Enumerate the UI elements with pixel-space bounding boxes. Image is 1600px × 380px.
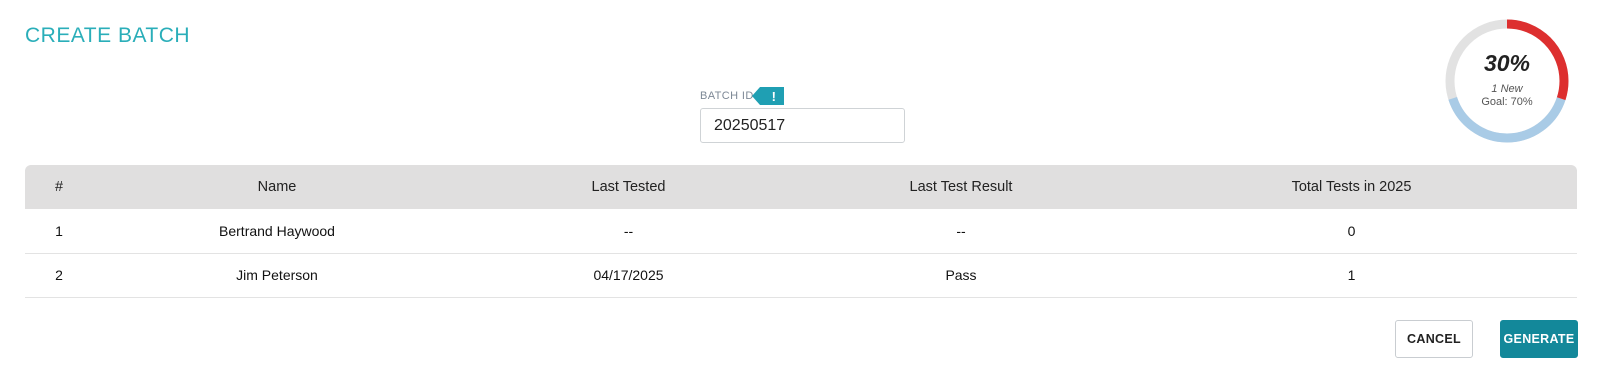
generate-button[interactable]: GENERATE (1500, 320, 1578, 358)
cell-last-test-result: Pass (796, 253, 1126, 298)
alert-tag-icon[interactable]: ! (751, 87, 784, 105)
batch-id-label: BATCH ID (700, 90, 754, 102)
cell-last-test-result: -- (796, 209, 1126, 254)
cell-name: Bertrand Haywood (93, 209, 461, 254)
cell-name: Jim Peterson (93, 253, 461, 298)
page-title: CREATE BATCH (25, 24, 191, 47)
gauge-goal: Goal: 70% (1481, 96, 1533, 108)
batch-id-field-group: BATCH ID ! (700, 86, 905, 143)
column-header-last-tested[interactable]: Last Tested (461, 165, 796, 209)
batch-id-label-row: BATCH ID ! (700, 86, 905, 106)
batch-id-input[interactable] (700, 108, 905, 143)
batch-table: # Name Last Tested Last Test Result Tota… (25, 165, 1577, 298)
cell-number: 2 (25, 253, 93, 298)
table-row[interactable]: 1 Bertrand Haywood -- -- 0 (25, 209, 1577, 254)
column-header-total-tests[interactable]: Total Tests in 2025 (1126, 165, 1577, 209)
gauge-new-count: 1 New (1491, 83, 1523, 95)
column-header-name[interactable]: Name (93, 165, 461, 209)
cell-total-tests: 1 (1126, 253, 1577, 298)
gauge-percent: 30% (1483, 50, 1531, 76)
table-header-row: # Name Last Tested Last Test Result Tota… (25, 165, 1577, 209)
gauge-labels: 30% 1 New Goal: 70% (1442, 16, 1572, 146)
progress-gauge: 30% 1 New Goal: 70% (1442, 16, 1572, 146)
cell-last-tested: -- (461, 209, 796, 254)
column-header-last-test-result[interactable]: Last Test Result (796, 165, 1126, 209)
column-header-number[interactable]: # (25, 165, 93, 209)
cancel-button[interactable]: CANCEL (1395, 320, 1473, 358)
table-row[interactable]: 2 Jim Peterson 04/17/2025 Pass 1 (25, 253, 1577, 298)
cell-total-tests: 0 (1126, 209, 1577, 254)
cell-last-tested: 04/17/2025 (461, 253, 796, 298)
cell-number: 1 (25, 209, 93, 254)
